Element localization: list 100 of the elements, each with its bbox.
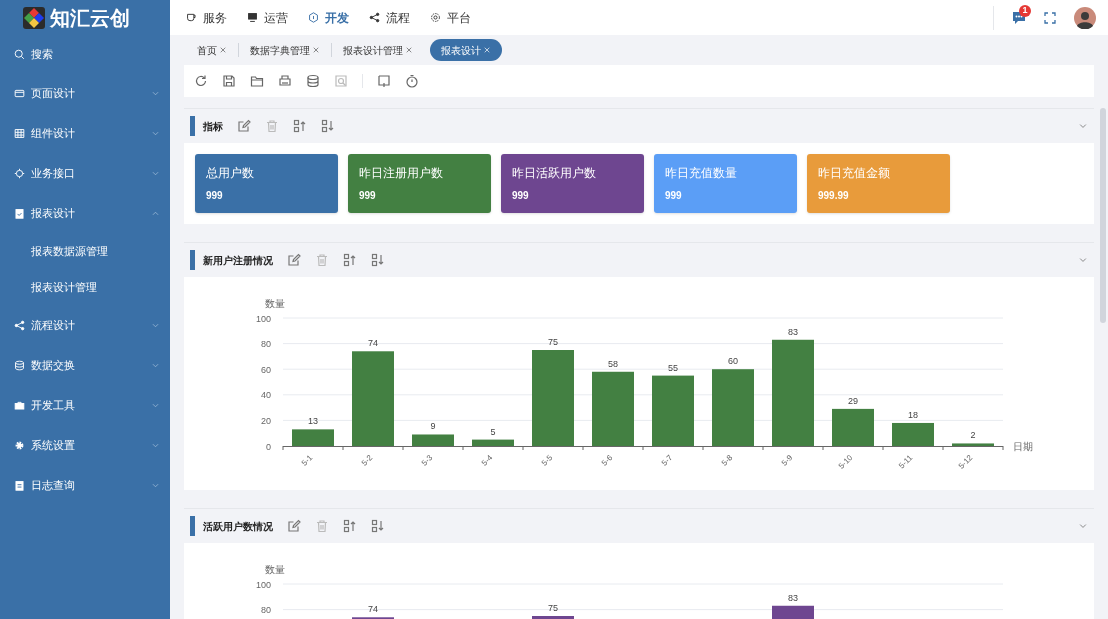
logo-icon	[22, 5, 46, 30]
sidebar-subitem[interactable]: 报表数据源管理	[0, 233, 170, 269]
printer-icon[interactable]	[278, 74, 292, 88]
page-tab[interactable]: 数据字典管理	[239, 39, 331, 61]
search-item[interactable]: 搜索	[0, 35, 170, 73]
folder-icon[interactable]	[250, 74, 264, 88]
axis-title: 日期	[1013, 441, 1033, 452]
page-tab[interactable]: 报表设计管理	[332, 39, 424, 61]
sidebar-item[interactable]: 组件设计	[0, 113, 170, 153]
bar	[652, 375, 694, 446]
page-tab[interactable]: 报表设计	[430, 39, 502, 61]
panel-title: 新用户注册情况	[203, 253, 273, 268]
sidebar-item[interactable]: 页面设计	[0, 73, 170, 113]
axis-tick-label: 20	[261, 415, 271, 426]
sidebar-item[interactable]: 日志查询	[0, 465, 170, 505]
gear-icon	[430, 12, 441, 23]
chip-icon	[14, 167, 25, 179]
clipboard-icon	[14, 479, 25, 491]
move-down-icon[interactable]	[371, 519, 385, 533]
nav-tab[interactable]: 流程	[369, 8, 410, 27]
bar	[772, 605, 814, 619]
data-label: 18	[908, 409, 918, 420]
scrollbar[interactable]	[1100, 108, 1106, 323]
card-label: 昨日充值数量	[665, 165, 738, 182]
accent-bar	[190, 516, 195, 536]
card-label: 昨日注册用户数	[359, 165, 444, 182]
gear-icon	[14, 439, 25, 451]
axis-tick-label: 80	[261, 605, 271, 616]
data-label: 9	[430, 421, 436, 432]
data-label: 58	[608, 358, 618, 369]
edit-icon[interactable]	[287, 253, 301, 267]
sidebar-item[interactable]: 开发工具	[0, 385, 170, 425]
data-label: 75	[548, 337, 558, 347]
bar	[892, 422, 934, 446]
save-icon[interactable]	[222, 74, 236, 88]
stopwatch-icon[interactable]	[405, 74, 419, 88]
sidebar-item[interactable]: 业务接口	[0, 153, 170, 193]
sidebar-subitem[interactable]: 报表设计管理	[0, 269, 170, 305]
logo-text: 知汇云创	[50, 5, 130, 31]
move-down-icon[interactable]	[371, 253, 385, 267]
card-label: 昨日充值金额	[818, 165, 891, 182]
data-label: 5	[490, 426, 496, 437]
axis-tick-label: 5-7	[659, 453, 675, 468]
axis-title: 数量	[265, 564, 285, 575]
data-label: 13	[308, 416, 318, 427]
axis-tick-label: 80	[261, 339, 271, 350]
database-icon[interactable]	[306, 74, 320, 88]
move-up-icon[interactable]	[343, 519, 357, 533]
avatar[interactable]	[1074, 6, 1096, 29]
fullscreen-icon[interactable]	[1044, 11, 1056, 24]
nav-tab[interactable]: 服务	[186, 8, 227, 27]
axis-tick-label: 5-1	[299, 453, 315, 468]
card-value: 999	[665, 189, 683, 203]
nav-tab[interactable]: 开发	[308, 8, 349, 27]
notification-badge: 1	[1019, 4, 1031, 17]
close-icon[interactable]	[219, 46, 227, 54]
axis-tick-label: 5-4	[479, 453, 495, 468]
data-label: 75	[548, 603, 558, 613]
data-label: 83	[788, 592, 798, 603]
axis-tick-label: 100	[255, 579, 271, 590]
sidebar-item[interactable]: 报表设计	[0, 193, 170, 233]
sidebar-item[interactable]: 数据交换	[0, 345, 170, 385]
monitor-icon	[247, 12, 258, 23]
card-value: 999	[359, 189, 377, 203]
share-icon	[369, 12, 380, 23]
data-label: 60	[728, 356, 738, 367]
axis-tick-label: 100	[255, 313, 271, 324]
sidebar-item[interactable]: 流程设计	[0, 305, 170, 345]
accent-bar	[190, 250, 195, 270]
bar	[952, 443, 994, 446]
edit-icon[interactable]	[237, 119, 251, 133]
edit-icon[interactable]	[287, 519, 301, 533]
card-label: 总用户数	[206, 165, 255, 182]
close-icon[interactable]	[312, 46, 320, 54]
clipboard-icon	[14, 207, 25, 219]
grid-icon	[14, 127, 25, 139]
close-icon[interactable]	[405, 46, 413, 54]
axis-tick-label: 5-3	[419, 453, 435, 468]
move-up-icon[interactable]	[343, 253, 357, 267]
page-tab[interactable]: 首页	[186, 39, 238, 61]
axis-tick-label: 60	[261, 364, 271, 375]
data-label: 74	[368, 604, 378, 615]
axis-tick-label: 5-2	[359, 453, 375, 468]
data-label: 2	[970, 430, 976, 441]
axis-tick-label: 0	[266, 441, 271, 452]
refresh-icon[interactable]	[194, 74, 208, 88]
move-down-icon[interactable]	[321, 119, 335, 133]
nav-tab[interactable]: 平台	[430, 8, 471, 27]
axis-title: 数量	[265, 298, 285, 309]
sidebar-item[interactable]: 系统设置	[0, 425, 170, 465]
data-label: 83	[788, 326, 798, 337]
database-icon	[14, 359, 25, 371]
nav-tab[interactable]: 运营	[247, 8, 288, 27]
bar	[292, 429, 334, 446]
screen-add-icon[interactable]	[377, 74, 391, 88]
axis-tick-label: 5-6	[599, 453, 615, 468]
axis-tick-label: 5-9	[779, 453, 795, 468]
axis-tick-label: 5-8	[719, 453, 735, 468]
move-up-icon[interactable]	[293, 119, 307, 133]
bar	[472, 439, 514, 446]
